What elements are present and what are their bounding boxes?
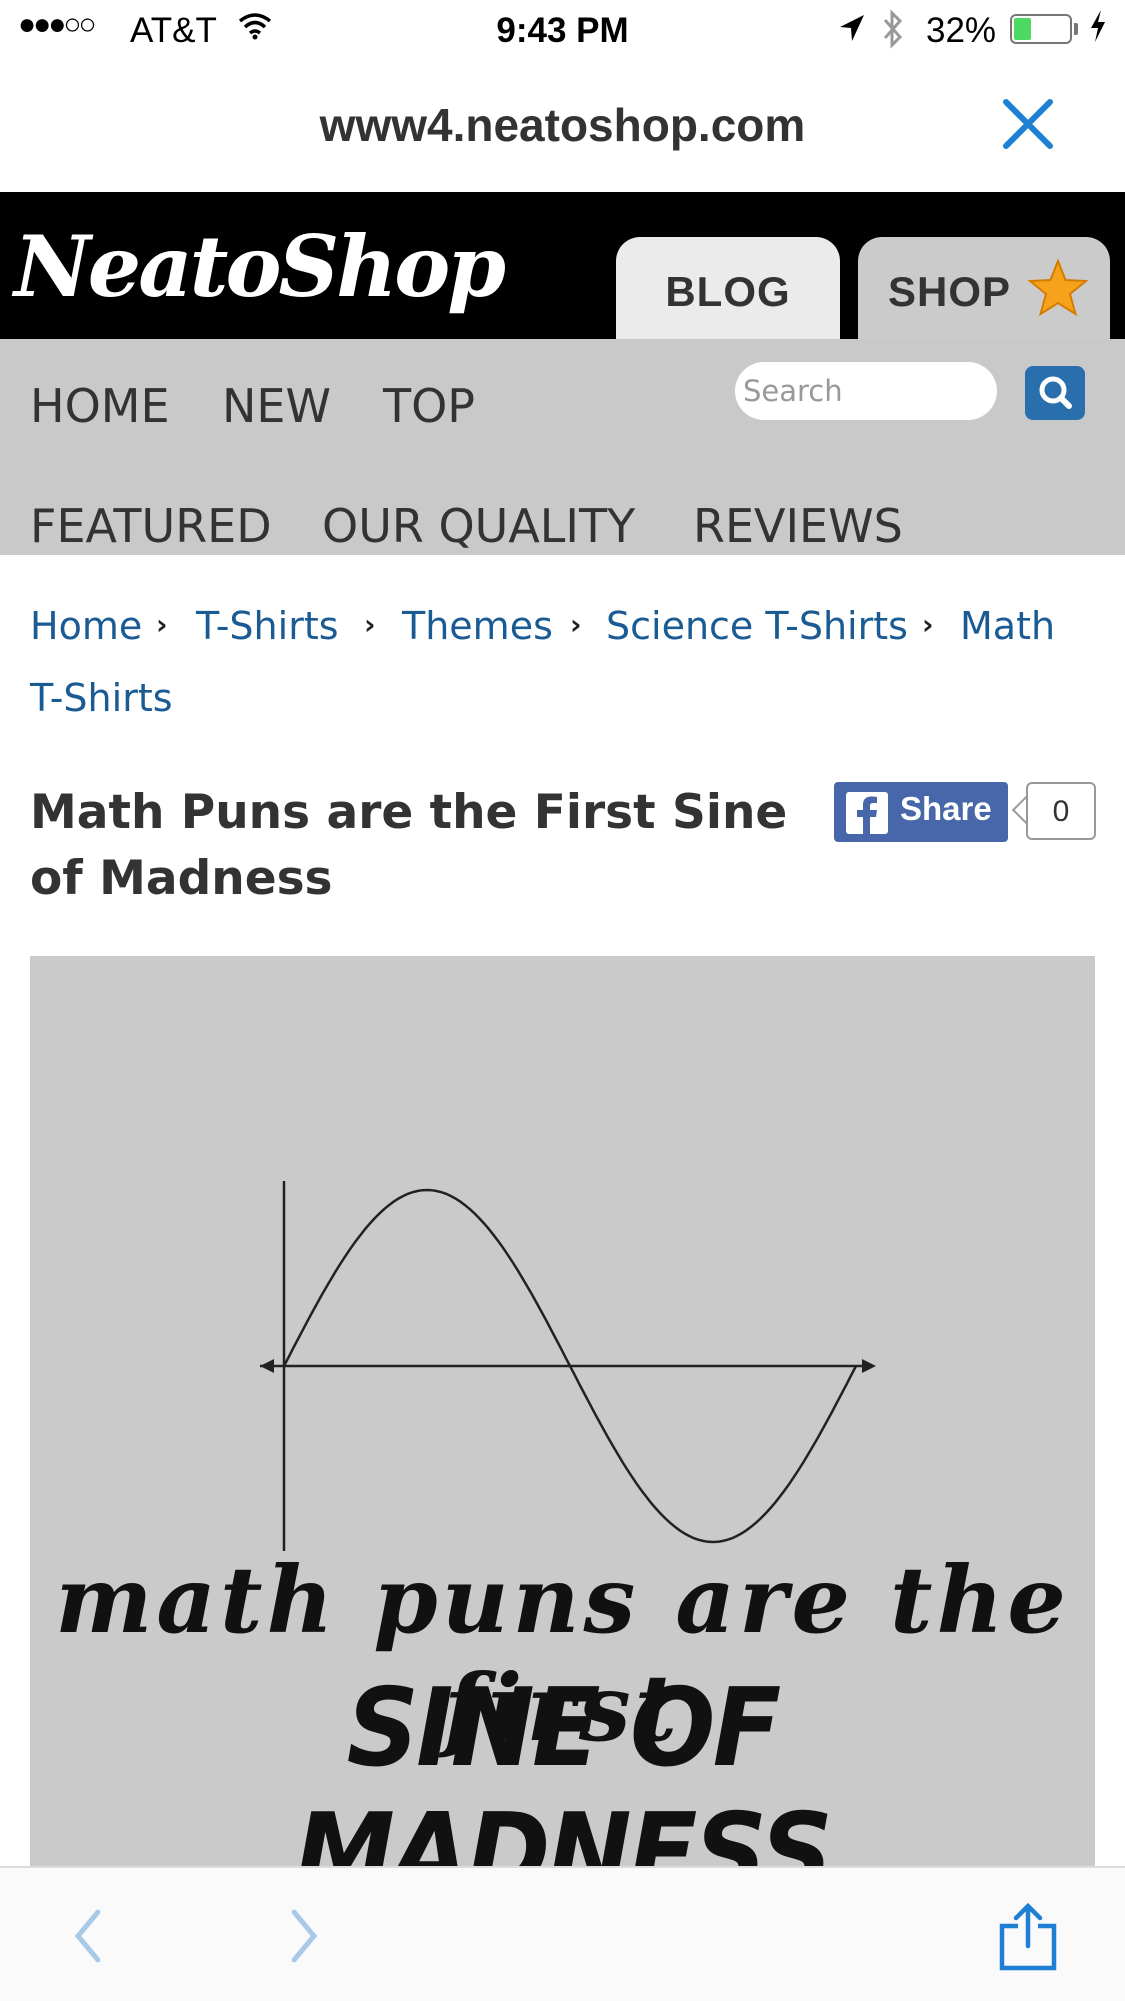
image-tagline-line2: SINE OF MADNESS bbox=[294, 1666, 833, 1866]
site-logo[interactable]: NeatoShop bbox=[14, 202, 506, 332]
breadcrumb-separator: › bbox=[570, 608, 582, 641]
charging-bolt-icon bbox=[1088, 8, 1108, 52]
battery-icon bbox=[1010, 14, 1072, 44]
facebook-icon bbox=[846, 792, 888, 834]
location-arrow-icon bbox=[836, 11, 866, 54]
facebook-share-button[interactable]: Share bbox=[834, 782, 1008, 842]
battery-nub bbox=[1074, 23, 1078, 35]
breadcrumb-math-t-shirts[interactable]: T-Shirts bbox=[30, 676, 173, 720]
breadcrumb-separator: › bbox=[364, 608, 376, 641]
site-header: NeatoShop BLOG SHOP bbox=[0, 192, 1125, 339]
breadcrumb-science-t-shirts[interactable]: Science T-Shirts bbox=[606, 604, 908, 648]
nav-top[interactable]: TOP bbox=[383, 379, 475, 433]
sine-wave-graph bbox=[260, 1181, 876, 1551]
search-input[interactable] bbox=[735, 362, 997, 420]
breadcrumb-themes[interactable]: Themes bbox=[402, 604, 553, 648]
search-icon bbox=[1039, 376, 1072, 409]
product-title-line1: Math Puns are the First Sine bbox=[30, 785, 788, 840]
share-icon[interactable] bbox=[996, 1902, 1060, 1977]
star-icon bbox=[1028, 259, 1088, 317]
tab-shop-label: SHOP bbox=[888, 268, 1012, 315]
breadcrumb-t-shirts[interactable]: T-Shirts bbox=[196, 604, 339, 648]
forward-arrow-icon[interactable] bbox=[284, 1906, 324, 1971]
back-arrow-icon[interactable] bbox=[68, 1906, 108, 1971]
nav-reviews[interactable]: REVIEWS bbox=[693, 499, 903, 553]
nav-new[interactable]: NEW bbox=[222, 379, 331, 433]
breadcrumb-home[interactable]: Home bbox=[30, 604, 142, 648]
breadcrumb-math[interactable]: Math bbox=[960, 604, 1055, 648]
nav-our-quality[interactable]: OUR QUALITY bbox=[322, 499, 635, 553]
url-text[interactable]: www4.neatoshop.com bbox=[0, 98, 1125, 152]
product-title-line2: of Madness bbox=[30, 851, 333, 906]
search-button[interactable] bbox=[1025, 366, 1085, 420]
tab-shop[interactable]: SHOP bbox=[858, 237, 1110, 339]
close-icon[interactable] bbox=[998, 94, 1058, 154]
browser-toolbar bbox=[0, 1866, 1125, 2001]
nav-featured[interactable]: FEATURED bbox=[30, 499, 272, 553]
address-bar: www4.neatoshop.com bbox=[0, 64, 1125, 193]
breadcrumb-separator: › bbox=[156, 608, 168, 641]
status-bar: ●●●○○ AT&T 9:43 PM 32% bbox=[0, 0, 1125, 64]
nav-home[interactable]: HOME bbox=[30, 379, 170, 433]
tab-blog[interactable]: BLOG bbox=[616, 237, 840, 339]
battery-percent: 32% bbox=[926, 11, 997, 50]
share-count: 0 bbox=[1026, 782, 1096, 840]
product-image[interactable]: math puns are the first SINE OF MADNESS bbox=[30, 956, 1095, 1866]
main-nav: HOME NEW TOP FEATURED OUR QUALITY REVIEW… bbox=[0, 339, 1125, 555]
product-title: Math Puns are the First Sine of Madness bbox=[30, 780, 820, 912]
breadcrumb-separator: › bbox=[922, 608, 934, 641]
share-label: Share bbox=[900, 790, 992, 827]
bluetooth-icon bbox=[880, 9, 906, 58]
